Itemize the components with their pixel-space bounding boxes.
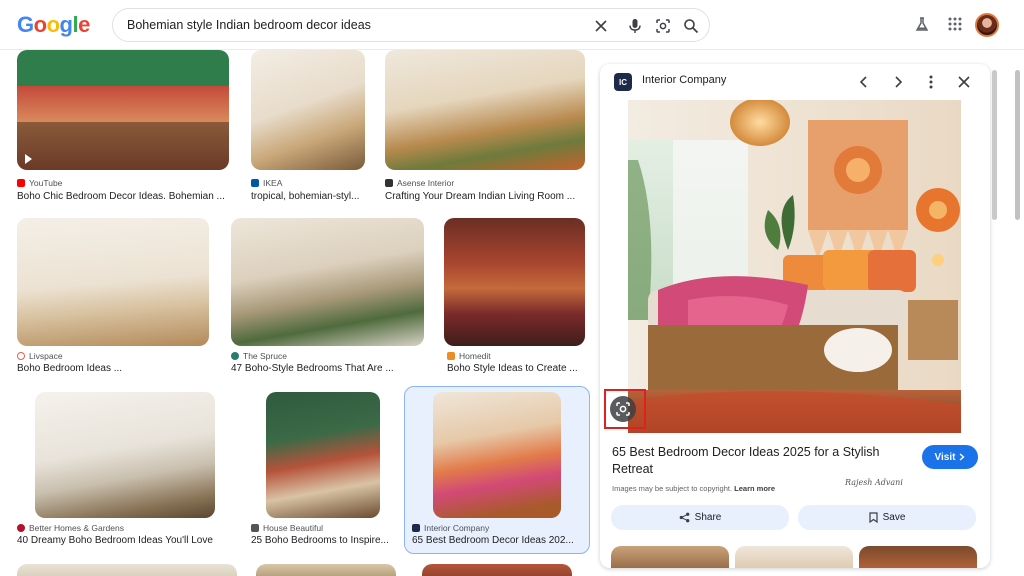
interior-company-favicon-icon xyxy=(412,524,420,532)
share-label: Share xyxy=(694,512,722,523)
spruce-favicon-icon xyxy=(231,352,239,360)
result-source: House Beautiful xyxy=(251,523,323,533)
logo-letter: o xyxy=(33,12,47,37)
share-button[interactable]: Share xyxy=(611,505,789,530)
previous-icon[interactable] xyxy=(854,72,874,92)
result-thumbnail-7[interactable] xyxy=(35,392,215,518)
result-title[interactable]: Crafting Your Dream Indian Living Room .… xyxy=(385,191,585,202)
copyright-notice: Images may be subject to copyright. Lear… xyxy=(612,484,776,493)
search-icon[interactable] xyxy=(681,16,701,36)
share-icon xyxy=(679,512,690,523)
search-input[interactable]: Bohemian style Indian bedroom decor idea… xyxy=(127,9,567,41)
result-source: YouTube xyxy=(17,178,62,188)
ikea-favicon-icon xyxy=(251,179,259,187)
bookmark-icon xyxy=(868,512,878,523)
result-thumbnail-5[interactable] xyxy=(231,218,424,346)
more-options-icon[interactable] xyxy=(921,72,941,92)
result-thumbnail-2[interactable] xyxy=(251,50,365,170)
youtube-favicon-icon xyxy=(17,179,25,187)
result-thumbnail-8[interactable] xyxy=(266,392,380,518)
result-title[interactable]: 47 Boho-Style Bedrooms That Are ... xyxy=(231,363,424,374)
top-bar: Google Bohemian style Indian bedroom dec… xyxy=(0,0,1024,50)
result-source: Homedit xyxy=(447,351,491,361)
learn-more-link[interactable]: Learn more xyxy=(734,484,775,493)
result-source: Better Homes & Gardens xyxy=(17,523,124,533)
panel-scrollbar[interactable] xyxy=(992,70,997,220)
result-source: Livspace xyxy=(17,351,63,361)
chevron-right-icon xyxy=(960,453,966,461)
result-source: IKEA xyxy=(251,178,282,188)
result-thumbnail-12[interactable] xyxy=(422,564,572,576)
next-icon[interactable] xyxy=(888,72,908,92)
logo-letter: e xyxy=(78,12,90,37)
lens-icon[interactable] xyxy=(653,16,673,36)
save-label: Save xyxy=(882,512,906,523)
panel-source-name[interactable]: Interior Company xyxy=(642,74,726,86)
related-image[interactable] xyxy=(859,546,977,568)
clear-icon[interactable] xyxy=(591,16,611,36)
result-title[interactable]: 25 Boho Bedrooms to Inspire... xyxy=(251,535,391,546)
image-results-grid: YouTube Boho Chic Bedroom Decor Ideas. B… xyxy=(0,50,598,576)
result-thumbnail-9[interactable] xyxy=(433,392,561,518)
google-logo[interactable]: Google xyxy=(17,12,90,38)
homedit-favicon-icon xyxy=(447,352,455,360)
search-box[interactable]: Bohemian style Indian bedroom decor idea… xyxy=(112,8,710,42)
logo-letter: G xyxy=(17,12,34,37)
result-source: The Spruce xyxy=(231,351,287,361)
result-thumbnail-3[interactable] xyxy=(385,50,585,170)
result-title[interactable]: Boho Bedroom Ideas ... xyxy=(17,363,209,374)
result-thumbnail-4[interactable] xyxy=(17,218,209,346)
labs-icon[interactable] xyxy=(912,14,932,34)
house-beautiful-favicon-icon xyxy=(251,524,259,532)
related-image[interactable] xyxy=(611,546,729,568)
visit-button[interactable]: Visit xyxy=(922,445,978,469)
result-thumbnail-11[interactable] xyxy=(256,564,396,576)
related-image[interactable] xyxy=(735,546,853,568)
result-title[interactable]: 40 Dreamy Boho Bedroom Ideas You'll Love xyxy=(17,535,232,546)
result-source: Interior Company xyxy=(412,523,489,533)
result-thumbnail-10[interactable] xyxy=(17,564,237,576)
result-thumbnail-1[interactable] xyxy=(17,50,229,170)
image-preview-panel: IC Interior Company 65 Best Bedroom Deco… xyxy=(600,64,990,568)
apps-grid-icon[interactable] xyxy=(945,14,965,34)
logo-letter: o xyxy=(46,12,60,37)
result-source: Asense Interior xyxy=(385,178,454,188)
preview-image[interactable] xyxy=(628,100,961,433)
asense-favicon-icon xyxy=(385,179,393,187)
microphone-icon[interactable] xyxy=(625,16,645,36)
visit-label: Visit xyxy=(934,451,956,463)
logo-letter: g xyxy=(59,12,73,37)
panel-title[interactable]: 65 Best Bedroom Decor Ideas 2025 for a S… xyxy=(612,444,912,478)
watermark-signature: Rajesh Advani xyxy=(845,478,903,487)
result-title[interactable]: Boho Chic Bedroom Decor Ideas. Bohemian … xyxy=(17,191,229,202)
result-title[interactable]: 65 Best Bedroom Decor Ideas 202... xyxy=(412,535,582,546)
save-button[interactable]: Save xyxy=(798,505,976,530)
account-avatar[interactable] xyxy=(975,13,999,37)
result-thumbnail-6[interactable] xyxy=(444,218,585,346)
page-scrollbar[interactable] xyxy=(1015,70,1020,220)
video-play-icon xyxy=(25,154,32,164)
result-title[interactable]: Boho Style Ideas to Create ... xyxy=(447,363,585,374)
close-icon[interactable] xyxy=(954,72,974,92)
result-title[interactable]: tropical, bohemian-styl... xyxy=(251,191,365,202)
bhg-favicon-icon xyxy=(17,524,25,532)
lens-highlight-box xyxy=(604,389,646,429)
livspace-favicon-icon xyxy=(17,352,25,360)
source-logo[interactable]: IC xyxy=(614,73,632,91)
